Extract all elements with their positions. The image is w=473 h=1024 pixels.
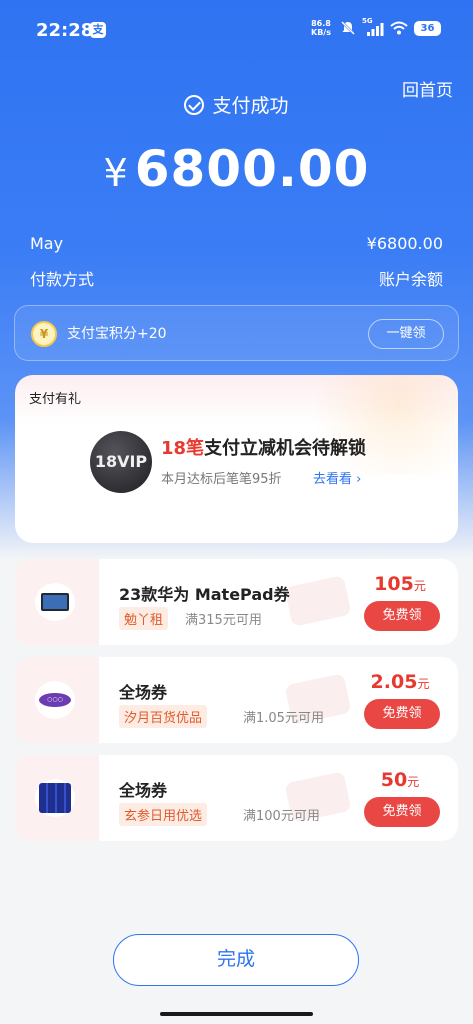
- coupon-value-unit: 元: [413, 579, 426, 593]
- gift-view-link[interactable]: 去看看 ›: [313, 468, 361, 487]
- coupon-condition: 满315元可用: [185, 613, 262, 628]
- claim-all-button[interactable]: 一键领: [368, 319, 444, 349]
- points-text: 支付宝积分+20: [67, 326, 167, 342]
- coupon-value-unit: 元: [417, 677, 430, 691]
- payment-success-title: 支付成功: [0, 91, 473, 118]
- coupon-name: 全场券: [119, 781, 168, 800]
- product-box-icon: [35, 779, 75, 817]
- net-speed-value: 86.8: [311, 19, 331, 28]
- coupon-card: 全场券 玄参日用优选 满100元可用 50元 免费领: [15, 755, 458, 841]
- vip-badge-icon: 18VIP: [90, 431, 152, 493]
- wifi-icon: [390, 21, 408, 35]
- coupon-name: 全场券: [119, 683, 168, 702]
- coupon-value-unit: 元: [407, 775, 420, 789]
- coupon-image-area: ○○○: [15, 657, 99, 743]
- coupon-merchant-tag: 勉丫租: [119, 607, 169, 630]
- gift-view-link-text: 去看看: [313, 472, 353, 487]
- net-speed-unit: KB/s: [311, 28, 331, 37]
- coupon-value: 50元: [360, 769, 440, 791]
- gift-headline: 18笔支付立减机会待解锁: [161, 434, 366, 460]
- coupon-card: ○○○ 全场券 汐月百货优品 满1.05元可用 2.05元 免费领: [15, 657, 458, 743]
- coupon-image-area: [15, 559, 99, 645]
- coupon-image-area: [15, 755, 99, 841]
- coupon-value-number: 105: [374, 573, 414, 595]
- coupon-value: 105元: [360, 573, 440, 595]
- signal-icon: 5G: [362, 17, 384, 36]
- success-text: 支付成功: [212, 95, 289, 117]
- payment-method-row: 付款方式 账户余额: [30, 266, 443, 290]
- net-speed: 86.8 KB/s: [311, 19, 331, 37]
- check-circle-icon: [184, 95, 205, 115]
- gift-headline-highlight: 18笔: [161, 438, 205, 459]
- status-bar: 22:28 支 86.8 KB/s 5G 36: [0, 0, 473, 62]
- home-indicator[interactable]: [160, 1012, 313, 1016]
- done-button[interactable]: 完成: [113, 934, 359, 986]
- coupon-condition: 满1.05元可用: [243, 711, 324, 726]
- alipay-notification-icon: 支: [90, 22, 106, 38]
- payee-amount: ¥6800.00: [366, 234, 443, 253]
- chevron-right-icon: ›: [356, 472, 362, 487]
- gift-section-title: 支付有礼: [29, 392, 82, 407]
- payee-row: May ¥6800.00: [30, 234, 443, 253]
- coupon-value-number: 50: [380, 769, 408, 791]
- tablet-icon: [35, 583, 75, 621]
- payment-method-label: 付款方式: [30, 270, 95, 289]
- mute-icon: [341, 21, 355, 35]
- payment-method-value: 账户余额: [378, 270, 443, 289]
- battery-icon: 36: [414, 20, 441, 36]
- amount-value: 6800.00: [134, 140, 370, 198]
- coupon-value: 2.05元: [360, 671, 440, 693]
- points-coin-icon: ¥: [31, 321, 57, 347]
- gift-headline-rest: 支付立减机会待解锁: [204, 438, 367, 459]
- coupon-condition: 满100元可用: [243, 809, 320, 824]
- status-icons: 5G 36: [340, 17, 441, 36]
- coupon-merchant-tag: 汐月百货优品: [119, 705, 208, 728]
- coupon-watermark: [284, 575, 352, 627]
- status-time: 22:28: [36, 20, 94, 41]
- brand-logo-icon: ○○○: [35, 681, 75, 719]
- payee-name: May: [30, 234, 64, 253]
- currency-symbol: ¥: [103, 151, 129, 195]
- coupon-name: 23款华为 MatePad券: [119, 585, 290, 604]
- payment-amount: ¥6800.00: [0, 140, 473, 198]
- points-bar: ¥ 支付宝积分+20 一键领: [14, 305, 459, 361]
- claim-coupon-button[interactable]: 免费领: [364, 601, 440, 631]
- coupon-merchant-tag: 玄参日用优选: [119, 803, 208, 826]
- payment-gift-card[interactable]: 支付有礼 18VIP 18笔支付立减机会待解锁 本月达标后笔笔95折 去看看 ›: [15, 375, 458, 543]
- coupon-value-number: 2.05: [370, 671, 418, 693]
- claim-coupon-button[interactable]: 免费领: [364, 797, 440, 827]
- claim-coupon-button[interactable]: 免费领: [364, 699, 440, 729]
- coupon-card: 23款华为 MatePad券 勉丫租 满315元可用 105元 免费领: [15, 559, 458, 645]
- gift-subtitle: 本月达标后笔笔95折: [161, 472, 282, 487]
